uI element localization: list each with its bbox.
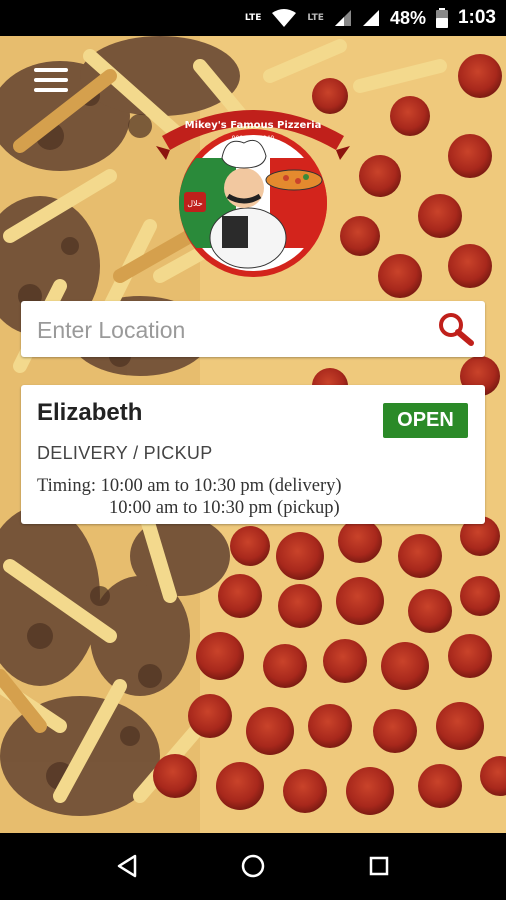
hamburger-menu-icon: [34, 68, 68, 72]
store-card[interactable]: Elizabeth OPEN DELIVERY / PICKUP Timing:…: [21, 385, 485, 524]
recents-button[interactable]: [364, 851, 394, 881]
timing-pickup: 10:00 am to 10:30 pm (pickup): [109, 498, 340, 518]
back-triangle-icon: [117, 854, 137, 878]
network-type-label: LTE: [244, 13, 262, 23]
location-input[interactable]: [35, 301, 429, 359]
pizzeria-logo-image: حلال Mikey's Famous Pizzeria 908-352-404…: [156, 110, 350, 277]
recents-square-icon: [369, 856, 389, 876]
store-name: Elizabeth: [37, 399, 143, 426]
app-screen: LTE LTE 48% 1:03 حلال Mikey's Famous Piz…: [0, 0, 506, 900]
network-type-label-2: LTE: [307, 13, 324, 23]
restaurant-logo: حلال Mikey's Famous Pizzeria 908-352-404…: [156, 88, 350, 282]
status-bar: LTE LTE 48% 1:03: [0, 0, 506, 36]
battery-icon: [435, 8, 448, 28]
signal-icon: [334, 10, 351, 26]
timing-delivery: Timing: 10:00 am to 10:30 pm (delivery): [37, 476, 342, 496]
home-circle-icon: [241, 854, 265, 878]
status-icons: LTE LTE 48% 1:03: [245, 0, 496, 36]
menu-button[interactable]: [34, 66, 68, 94]
magnifier-icon: [439, 313, 474, 346]
logo-phone-text: 908-352-4040: [232, 135, 275, 142]
search-button[interactable]: [437, 311, 475, 347]
halal-badge-text: حلال: [187, 199, 203, 208]
system-nav-bar: [0, 833, 506, 900]
logo-banner-text: Mikey's Famous Pizzeria: [185, 120, 322, 131]
wifi-icon: [272, 9, 297, 27]
clock: 1:03: [457, 7, 496, 28]
hamburger-line: [34, 78, 68, 82]
home-button[interactable]: [238, 851, 268, 881]
hamburger-line: [34, 88, 68, 92]
battery-percent: 48%: [389, 7, 426, 28]
store-timing: Timing: 10:00 am to 10:30 pm (delivery) …: [37, 475, 342, 519]
location-search-bar: [21, 301, 485, 359]
status-badge: OPEN: [383, 403, 468, 438]
back-button[interactable]: [112, 851, 142, 881]
service-type: DELIVERY / PICKUP: [37, 443, 213, 463]
signal-icon-2: [362, 10, 379, 26]
